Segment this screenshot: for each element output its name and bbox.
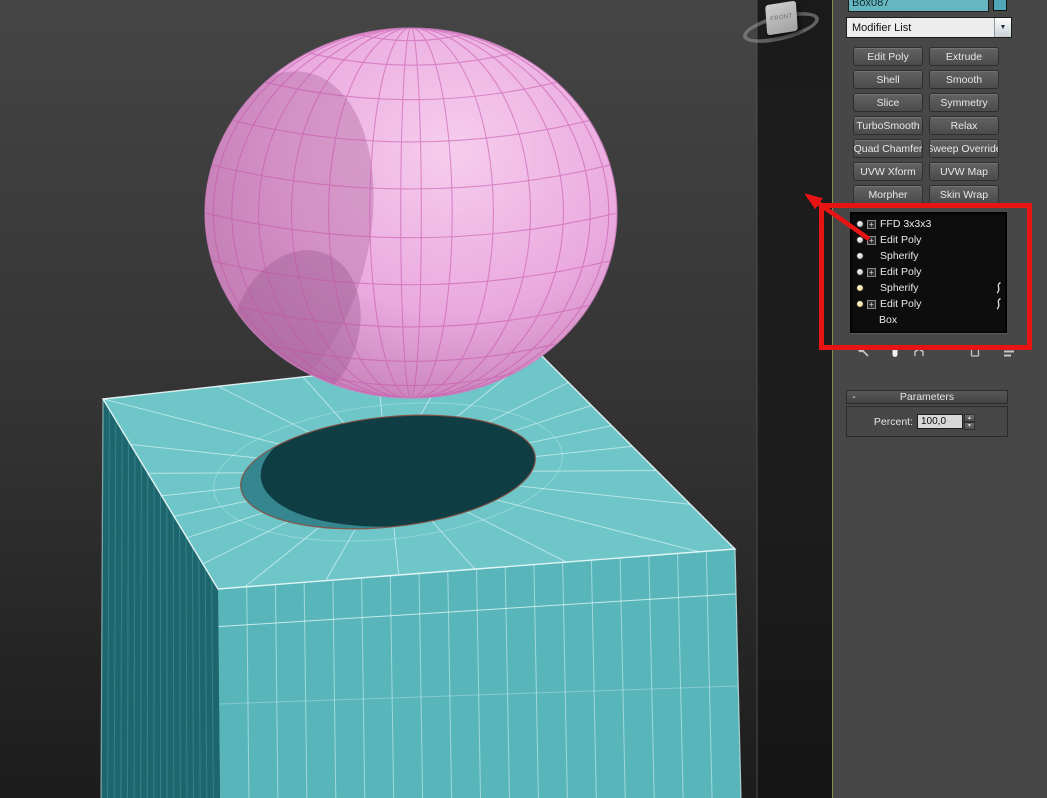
modifier-button-skin-wrap[interactable]: Skin Wrap [929, 185, 999, 204]
stack-item-box[interactable]: Box [851, 312, 1006, 328]
collapse-icon[interactable]: - [847, 391, 861, 403]
rollout-title: Parameters [861, 391, 993, 403]
stack-item-label: Edit Poly [880, 298, 921, 310]
modifier-button-shell[interactable]: Shell [853, 70, 923, 89]
gizmo-label: FRONT [770, 13, 793, 23]
object-name-field[interactable] [848, 0, 989, 12]
modifier-button-extrude[interactable]: Extrude [929, 47, 999, 66]
stack-item-label: Box [879, 314, 897, 326]
stack-item-edit-poly-1[interactable]: + Edit Poly [851, 232, 1006, 248]
modifier-button-uvw-xform[interactable]: UVW Xform [853, 162, 923, 181]
remove-modifier-icon[interactable] [967, 343, 983, 359]
modifier-button-grid: Edit Poly Extrude Shell Smooth Slice Sym… [853, 47, 999, 204]
expand-icon[interactable]: + [867, 268, 876, 277]
modifier-button-edit-poly-1[interactable]: Edit Poly [853, 47, 923, 66]
instance-squiggle-icon [995, 298, 1002, 313]
modifier-button-quad-chamfer[interactable]: Quad Chamfer [853, 139, 923, 158]
make-unique-icon[interactable] [911, 343, 927, 359]
spinner-up-icon[interactable]: ▲ [964, 414, 975, 422]
percent-field[interactable] [917, 414, 963, 429]
spinner-down-icon[interactable]: ▼ [964, 422, 975, 430]
percent-spinner[interactable]: ▲ ▼ [964, 414, 975, 429]
modifier-button-uvw-map[interactable]: UVW Map [929, 162, 999, 181]
chevron-down-icon[interactable]: ▼ [994, 18, 1011, 37]
parameters-rollout-body: Percent: ▲ ▼ [846, 406, 1008, 437]
object-color-swatch[interactable] [993, 0, 1007, 11]
front-view-cube[interactable]: FRONT [765, 1, 798, 36]
viewport-canvas[interactable] [0, 0, 833, 798]
bulb-icon[interactable] [856, 268, 864, 276]
object-name-row [848, 0, 1026, 12]
parameters-rollout-header[interactable]: - Parameters [846, 390, 1008, 404]
stack-item-spherify-2[interactable]: Spherify [851, 280, 1006, 296]
stack-item-label: Edit Poly [880, 266, 921, 278]
stack-item-label: Spherify [880, 250, 919, 262]
bulb-icon[interactable] [856, 220, 864, 228]
viewport-3d[interactable]: FRONT [0, 0, 833, 798]
show-end-result-icon[interactable] [887, 343, 903, 359]
pin-stack-icon[interactable] [855, 343, 871, 359]
modifier-button-sweep-override[interactable]: Sweep Override [929, 139, 999, 158]
modifier-button-relax[interactable]: Relax [929, 116, 999, 135]
modifier-button-turbosmooth[interactable]: TurboSmooth [853, 116, 923, 135]
stack-item-edit-poly-2[interactable]: + Edit Poly [851, 264, 1006, 280]
modifier-list-label: Modifier List [847, 22, 994, 34]
modifier-button-symmetry[interactable]: Symmetry [929, 93, 999, 112]
stack-item-label: Spherify [880, 282, 919, 294]
expand-icon[interactable]: + [867, 300, 876, 309]
viewport-navigation-gizmo[interactable]: FRONT [740, 0, 824, 56]
instance-squiggle-icon [995, 282, 1002, 297]
modifier-button-morpher[interactable]: Morpher [853, 185, 923, 204]
percent-label: Percent: [865, 416, 913, 428]
command-panel: Modifier List ▼ Edit Poly Extrude Shell … [832, 0, 1047, 798]
bulb-icon[interactable] [856, 252, 864, 260]
expand-icon[interactable]: + [867, 236, 876, 245]
stack-item-edit-poly-3[interactable]: + Edit Poly [851, 296, 1006, 312]
stack-item-label: FFD 3x3x3 [880, 218, 931, 230]
stack-item-label: Edit Poly [880, 234, 921, 246]
bulb-icon[interactable] [856, 236, 864, 244]
modifier-list-dropdown[interactable]: Modifier List ▼ [846, 17, 1012, 38]
modifier-button-smooth[interactable]: Smooth [929, 70, 999, 89]
configure-modifier-sets-icon[interactable] [1001, 343, 1017, 359]
expand-icon[interactable]: + [867, 220, 876, 229]
modifier-button-slice[interactable]: Slice [853, 93, 923, 112]
stack-item-ffd-3x3x3[interactable]: + FFD 3x3x3 [851, 216, 1006, 232]
bulb-icon[interactable] [856, 300, 864, 308]
modifier-stack-list: + FFD 3x3x3 + Edit Poly Spherify + Edit … [850, 212, 1007, 333]
stack-toolbar [851, 343, 1021, 360]
bulb-icon[interactable] [856, 284, 864, 292]
stack-item-spherify-1[interactable]: Spherify [851, 248, 1006, 264]
